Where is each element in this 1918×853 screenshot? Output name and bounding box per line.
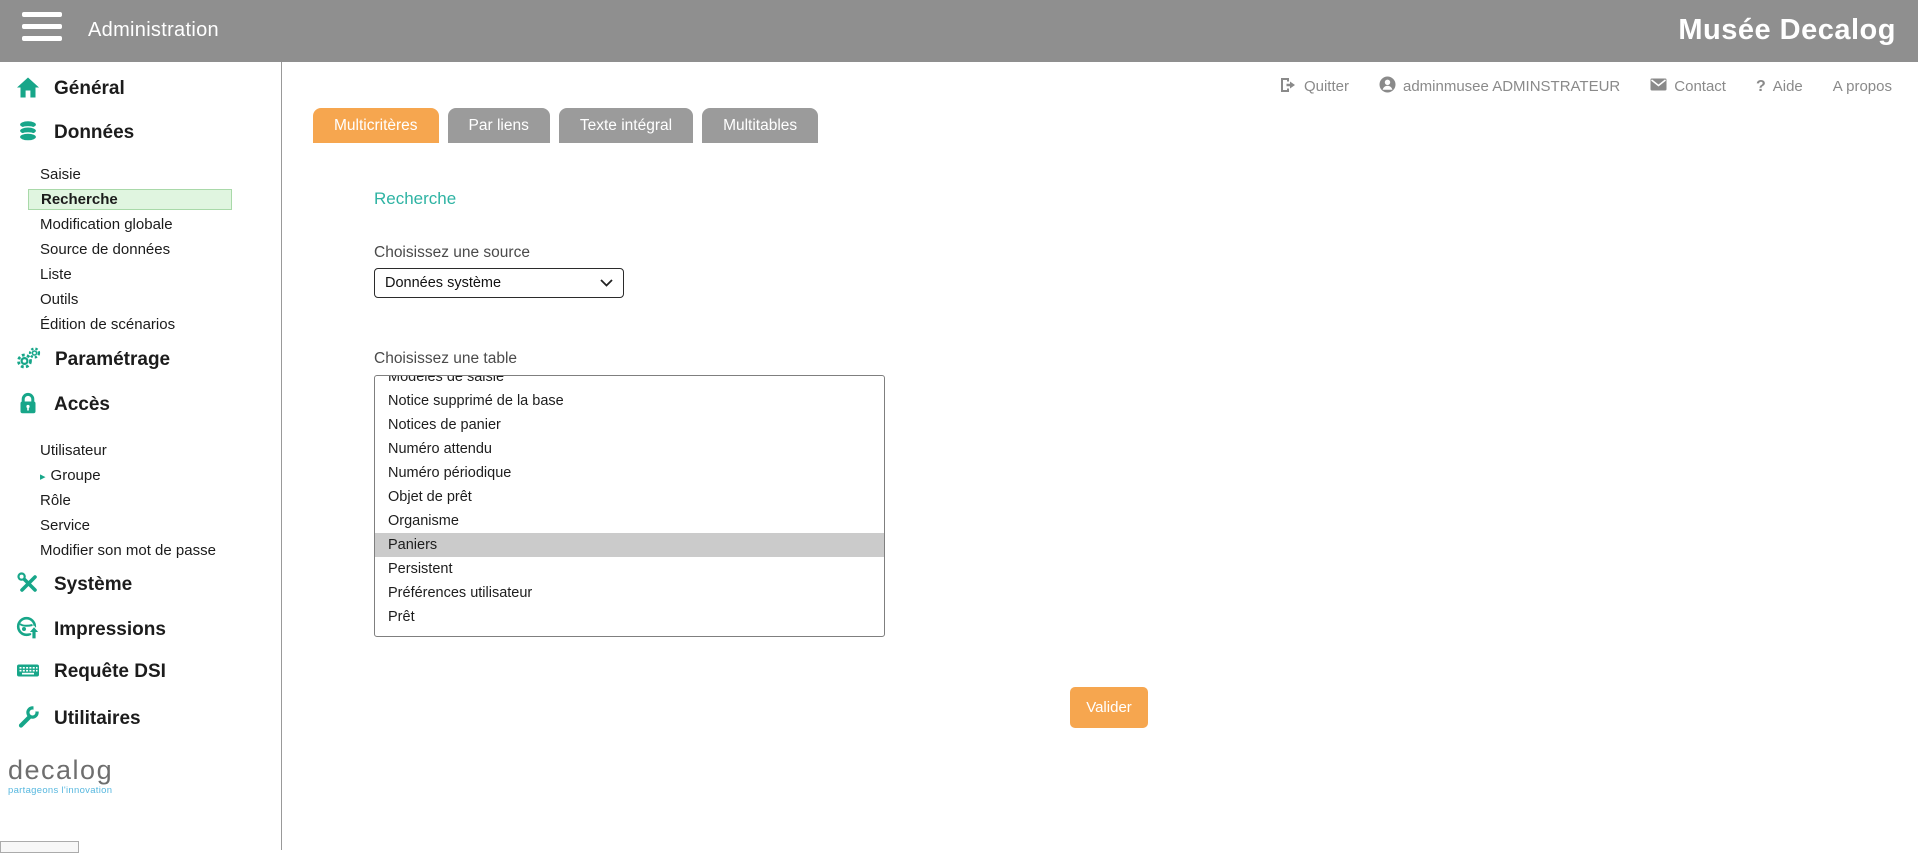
- user-label: adminmusee ADMINSTRATEUR: [1403, 78, 1620, 95]
- aide-label: Aide: [1773, 78, 1803, 95]
- contact-link[interactable]: Contact: [1650, 78, 1726, 95]
- list-option[interactable]: Prêt: [375, 605, 884, 629]
- sidebar-submenu-acces: Utilisateur ▸ Groupe Rôle Service Modifie…: [0, 438, 281, 563]
- apropos-label: A propos: [1833, 78, 1892, 95]
- list-option[interactable]: Préférences utilisateur: [375, 581, 884, 605]
- sidebar-item-label: Général: [54, 78, 125, 100]
- tools-icon: [15, 570, 41, 601]
- sidebar-item-outils[interactable]: Outils: [0, 287, 281, 312]
- sidebar-item-groupe[interactable]: ▸ Groupe: [0, 463, 281, 488]
- bottom-left-partial-element: [0, 841, 79, 853]
- sidebar-item-parametrage[interactable]: Paramétrage: [0, 345, 281, 375]
- table-listbox[interactable]: Modèles de saisie Notice supprimé de la …: [374, 375, 885, 637]
- sidebar-item-label: Paramétrage: [55, 349, 170, 371]
- decalog-logo-text: decalog: [8, 756, 281, 784]
- sidebar-item-systeme[interactable]: Système: [0, 570, 281, 600]
- sidebar: Général Données Saisie Recherche Modific…: [0, 62, 282, 850]
- quitter-label: Quitter: [1304, 78, 1349, 95]
- sidebar-item-label: Impressions: [54, 619, 166, 641]
- sidebar-item-label: Utilitaires: [54, 708, 141, 730]
- sidebar-item-label: Groupe: [51, 467, 101, 484]
- sidebar-item-label: Données: [54, 122, 134, 144]
- aide-link[interactable]: ? Aide: [1756, 78, 1803, 96]
- home-icon: [15, 74, 41, 105]
- sidebar-item-modifier-mot-de-passe[interactable]: Modifier son mot de passe: [0, 538, 281, 563]
- list-option[interactable]: Organisme: [375, 509, 884, 533]
- valider-button[interactable]: Valider: [1070, 687, 1148, 728]
- search-tabs: Multicritères Par liens Texte intégral M…: [313, 108, 818, 143]
- sidebar-submenu-donnees: Saisie Recherche Modification globale So…: [0, 162, 281, 337]
- source-select[interactable]: Données système: [374, 268, 624, 298]
- app-title: Administration: [88, 0, 219, 62]
- database-icon: [15, 118, 41, 149]
- list-option[interactable]: Notices de panier: [375, 413, 884, 437]
- expand-arrow-icon: ▸: [40, 471, 46, 483]
- tab-multicriteres[interactable]: Multicritères: [313, 108, 439, 143]
- mail-icon: [1650, 78, 1667, 95]
- main-content: Quitter adminmusee ADMINSTRATEUR Contact: [283, 62, 1918, 850]
- sidebar-item-utilitaires[interactable]: Utilitaires: [0, 704, 281, 734]
- table-label: Choisissez une table: [374, 350, 517, 368]
- list-option[interactable]: Notice supprimé de la base: [375, 389, 884, 413]
- sidebar-item-saisie[interactable]: Saisie: [0, 162, 281, 187]
- list-option[interactable]: Numéro attendu: [375, 437, 884, 461]
- quitter-link[interactable]: Quitter: [1280, 77, 1349, 97]
- sidebar-item-utilisateur[interactable]: Utilisateur: [0, 438, 281, 463]
- logout-icon: [1280, 77, 1297, 97]
- sidebar-item-recherche-active[interactable]: Recherche: [28, 189, 232, 210]
- lock-icon: [15, 390, 41, 421]
- utility-nav: Quitter adminmusee ADMINSTRATEUR Contact: [1280, 76, 1892, 97]
- list-option[interactable]: Numéro périodique: [375, 461, 884, 485]
- list-option[interactable]: Persistent: [375, 557, 884, 581]
- tab-texte-integral[interactable]: Texte intégral: [559, 108, 693, 143]
- tab-multitables[interactable]: Multitables: [702, 108, 818, 143]
- chevron-down-icon: [600, 275, 613, 291]
- globe-arrow-icon: [15, 615, 41, 646]
- sidebar-item-label: Système: [54, 574, 132, 596]
- brand-title: Musée Decalog: [1678, 0, 1896, 62]
- sidebar-item-label: Accès: [54, 394, 110, 416]
- list-option[interactable]: Objet de prêt: [375, 485, 884, 509]
- page-title: Recherche: [374, 189, 456, 209]
- sidebar-item-donnees[interactable]: Données: [0, 118, 281, 148]
- sidebar-item-source-de-donnees[interactable]: Source de données: [0, 237, 281, 262]
- apropos-link[interactable]: A propos: [1833, 78, 1892, 95]
- top-bar: Administration Musée Decalog: [0, 0, 1918, 62]
- sidebar-item-acces[interactable]: Accès: [0, 390, 281, 420]
- question-mark-icon: ?: [1756, 78, 1766, 96]
- sidebar-item-requete-dsi[interactable]: Requête DSI: [0, 657, 281, 687]
- contact-label: Contact: [1674, 78, 1726, 95]
- gears-icon: [15, 345, 42, 376]
- sidebar-item-impressions[interactable]: Impressions: [0, 615, 281, 645]
- source-select-value: Données système: [385, 275, 501, 291]
- sidebar-item-liste[interactable]: Liste: [0, 262, 281, 287]
- hamburger-menu-icon[interactable]: [22, 12, 62, 41]
- sidebar-item-edition-de-scenarios[interactable]: Édition de scénarios: [0, 312, 281, 337]
- decalog-logo-tagline: partageons l'innovation: [8, 785, 281, 796]
- sidebar-item-label: Requête DSI: [54, 661, 166, 683]
- sidebar-item-role[interactable]: Rôle: [0, 488, 281, 513]
- keyboard-icon: [15, 657, 41, 688]
- sidebar-item-service[interactable]: Service: [0, 513, 281, 538]
- list-option[interactable]: Modèles de saisie: [375, 375, 884, 389]
- wrench-icon: [15, 704, 41, 735]
- user-icon: [1379, 76, 1396, 97]
- tab-par-liens[interactable]: Par liens: [448, 108, 550, 143]
- list-option-selected[interactable]: Paniers: [375, 533, 884, 557]
- sidebar-item-general[interactable]: Général: [0, 74, 281, 104]
- user-account[interactable]: adminmusee ADMINSTRATEUR: [1379, 76, 1620, 97]
- decalog-logo: decalog partageons l'innovation: [0, 756, 281, 796]
- sidebar-item-modification-globale[interactable]: Modification globale: [0, 212, 281, 237]
- source-label: Choisissez une source: [374, 244, 530, 262]
